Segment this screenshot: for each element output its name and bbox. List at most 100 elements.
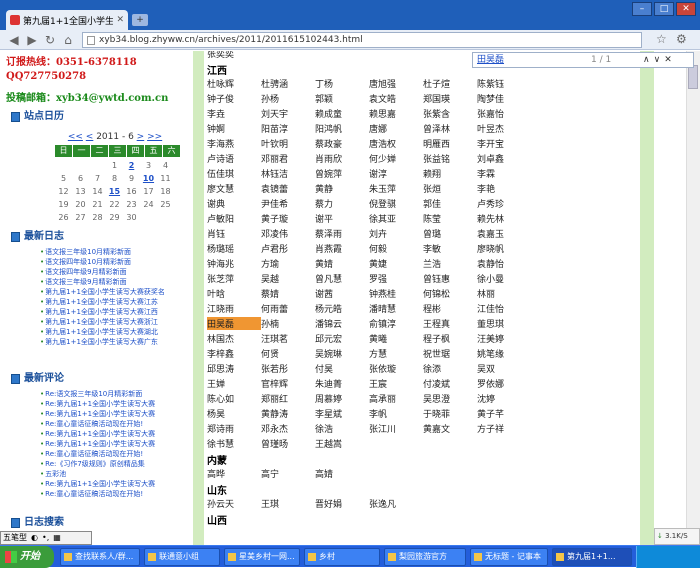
- calendar-day: 29: [109, 213, 120, 222]
- bullet-icon: •: [40, 470, 45, 478]
- bullet-icon: •: [40, 390, 45, 398]
- content-border-right: [640, 51, 654, 545]
- favicon-icon: [10, 15, 20, 25]
- list-item[interactable]: •第九届1+1全国小学生读写大赛获奖名: [40, 287, 190, 297]
- student-name: 刘卉: [369, 230, 388, 240]
- student-name: 林国杰: [207, 335, 235, 345]
- student-name: 邓凌伟: [261, 230, 289, 240]
- find-bar[interactable]: 田昊磊 1 / 1 ∧ ∨ ✕: [472, 52, 694, 68]
- student-name: 汪美婷: [477, 335, 505, 345]
- bullet-icon: •: [40, 410, 45, 418]
- list-item[interactable]: •Re:第九届1+1全国小学生读写大赛: [40, 479, 190, 489]
- taskbar-task[interactable]: 第九届1+1...: [552, 548, 632, 566]
- taskbar-task[interactable]: 联通意小组: [144, 548, 220, 566]
- minimize-button[interactable]: –: [632, 2, 652, 16]
- list-item[interactable]: •Re:《习作7级规则》原创精品集: [40, 459, 190, 469]
- list-item[interactable]: •第九届1+1全国小学生读写大赛湖北: [40, 327, 190, 337]
- back-icon[interactable]: ◀: [6, 32, 22, 48]
- find-prev-icon[interactable]: ∧: [643, 53, 650, 67]
- prev-month-link[interactable]: <: [86, 132, 94, 142]
- mail-line: 投稿邮箱：xyb34@ywtd.com.cn: [6, 93, 169, 104]
- list-item[interactable]: •语文报四年级10月精彩新面: [40, 257, 190, 267]
- ime-toolbar[interactable]: 五笔型 ◐ •, ▦: [0, 531, 92, 545]
- name-row: 杨昊 黄静涛 李星斌 李帆 于晓菲 黄子芊: [207, 407, 531, 420]
- student-name: 钟燕桂: [369, 290, 397, 300]
- student-name: 阳苗淳: [261, 125, 289, 135]
- student-name: 罗强: [369, 275, 388, 285]
- start-button[interactable]: 开始: [0, 546, 54, 568]
- list-item[interactable]: •第九届1+1全国小学生读写大赛浙江: [40, 317, 190, 327]
- windows-logo-icon: [5, 551, 17, 563]
- calendar-day: 25: [160, 200, 171, 209]
- next-month-link[interactable]: >: [137, 132, 145, 142]
- home-icon[interactable]: ⌂: [60, 32, 76, 48]
- taskbar-task[interactable]: 乡村: [304, 548, 380, 566]
- list-item[interactable]: •五彩池: [40, 469, 190, 479]
- bookmark-star-icon[interactable]: ☆: [656, 32, 667, 46]
- list-item[interactable]: •Re:第九届1+1全国小学生读写大赛: [40, 409, 190, 419]
- student-name: 杨元皓: [315, 305, 343, 315]
- list-item[interactable]: •Re:第九届1+1全国小学生读写大赛: [40, 439, 190, 449]
- taskbar-task[interactable]: 查找联系人/群...: [60, 548, 140, 566]
- taskbar-task[interactable]: 星美乡村一网...: [224, 548, 300, 566]
- student-name: 杜子煊: [423, 80, 451, 90]
- close-tab-icon[interactable]: ✕: [116, 15, 124, 25]
- list-item[interactable]: •语文报三年级9月精彩新面: [40, 277, 190, 287]
- name-row: 伍佳琪 林钰洁 曾婉萍 谢淳 赖翔 李霖: [207, 167, 531, 180]
- calendar-day[interactable]: 2: [123, 160, 140, 172]
- region-heading: 内蒙: [207, 456, 227, 467]
- list-item[interactable]: •第九届1+1全国小学生读写大赛江苏: [40, 297, 190, 307]
- calendar-heading: 站点日历: [11, 110, 64, 124]
- student-name: 陶梦佳: [477, 95, 505, 105]
- name-row: 钟海兆 方瑜 黄婧 黄婕 兰浩 袁静怡: [207, 257, 531, 270]
- weekday-label: 四: [127, 145, 144, 157]
- student-name: 袁文皓: [369, 95, 397, 105]
- new-tab-button[interactable]: +: [132, 14, 148, 26]
- calendar-day[interactable]: 15: [106, 186, 123, 198]
- find-input[interactable]: 田昊磊: [477, 55, 504, 65]
- calendar-day[interactable]: 10: [140, 173, 157, 185]
- list-item[interactable]: •语文报四年级9月精彩新面: [40, 267, 190, 277]
- scrollbar-thumb[interactable]: [688, 65, 698, 89]
- list-item-text: Re:童心童话征稿活动现在开始!: [45, 490, 144, 498]
- maximize-button[interactable]: □: [654, 2, 674, 16]
- wrench-menu-icon[interactable]: ⚙: [676, 32, 687, 46]
- find-next-icon[interactable]: ∨: [654, 53, 661, 67]
- name-row: 杜咏辉 杜骋涵 丁杨 唐旭强 杜子煊 陈紫钰: [207, 77, 531, 90]
- next-year-link[interactable]: >>: [147, 132, 162, 142]
- taskbar-task[interactable]: 梨园旅游官方: [384, 548, 466, 566]
- list-item[interactable]: •Re:第九届1+1全国小学生读写大赛: [40, 399, 190, 409]
- list-item[interactable]: •Re:童心童话征稿活动现在开始!: [40, 489, 190, 499]
- calendar-day: 16: [126, 187, 137, 196]
- student-name: 方慧: [369, 350, 388, 360]
- highlighted-name: 田昊磊: [207, 317, 261, 330]
- list-item[interactable]: •第九届1+1全国小学生读写大赛广东: [40, 337, 190, 347]
- reload-icon[interactable]: ↻: [42, 32, 58, 48]
- list-item-text: Re:第九届1+1全国小学生读写大赛: [45, 430, 156, 438]
- section-icon: [11, 374, 20, 384]
- prev-year-link[interactable]: <<: [68, 132, 83, 142]
- browser-tab[interactable]: 第九届1+1全国小学生读写大 ✕: [6, 10, 128, 30]
- task-icon: [556, 553, 564, 561]
- list-item[interactable]: •Re:第九届1+1全国小学生读写大赛: [40, 429, 190, 439]
- list-item[interactable]: •第九届1+1全国小学生读写大赛江西: [40, 307, 190, 317]
- forward-icon[interactable]: ▶: [24, 32, 40, 48]
- find-close-icon[interactable]: ✕: [664, 53, 672, 67]
- address-bar[interactable]: xyb34.blog.zhyww.cn/archives/2011/201161…: [82, 32, 642, 48]
- bullet-icon: •: [40, 460, 45, 468]
- student-name: 姚笔缘: [477, 350, 505, 360]
- student-name: 袁嘉玉: [477, 230, 505, 240]
- list-item[interactable]: •Re:语文报三年级10月精彩新面: [40, 389, 190, 399]
- name-row: 孙云天 王琪 晋好娟 张逸凡: [207, 497, 423, 510]
- student-name: 付昊: [315, 365, 334, 375]
- list-item[interactable]: •语文报三年级10月精彩新面: [40, 247, 190, 257]
- taskbar-task[interactable]: 无标题 - 记事本: [470, 548, 548, 566]
- close-window-button[interactable]: ✕: [676, 2, 696, 16]
- list-item[interactable]: •Re:童心童话征稿活动现在开始!: [40, 419, 190, 429]
- list-item[interactable]: •Re:童心童话征稿活动现在开始!: [40, 449, 190, 459]
- student-name: 郭佳: [423, 200, 442, 210]
- student-name: 邓永杰: [261, 425, 289, 435]
- scrollbar[interactable]: [686, 51, 700, 545]
- name-row: 钟婀 阳苗淳 阳鸿帆 唐娜 曾泽林 叶昱杰: [207, 122, 531, 135]
- student-name: 唐娜: [369, 125, 388, 135]
